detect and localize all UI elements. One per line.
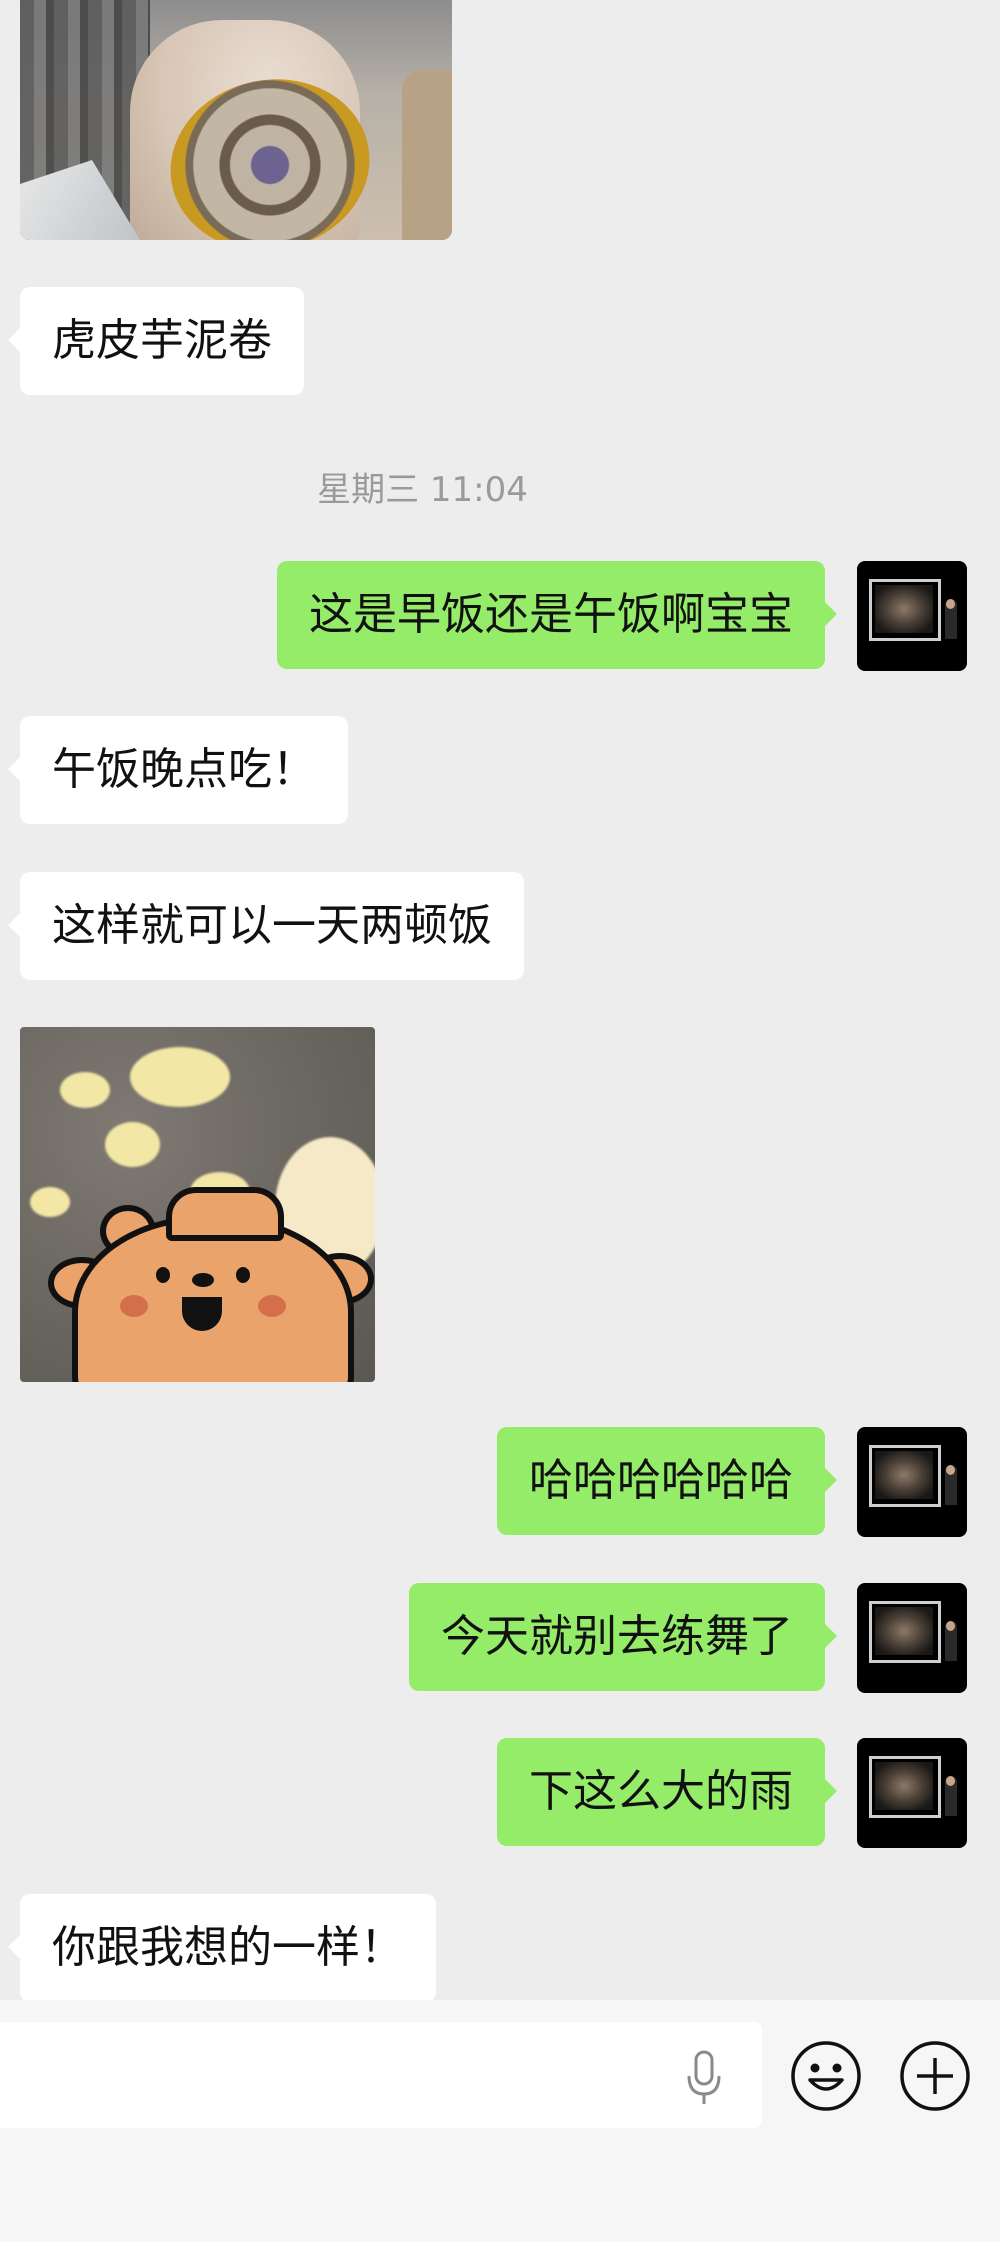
outgoing-message-bubble[interactable]: 哈哈哈哈哈哈 <box>497 1427 837 1535</box>
keyboard-area <box>0 2130 1000 2242</box>
outgoing-message-bubble[interactable]: 这是早饭还是午饭啊宝宝 <box>277 561 837 669</box>
sticker-light-spot <box>30 1187 70 1217</box>
my-avatar[interactable] <box>857 1583 967 1693</box>
smiley-icon[interactable] <box>790 2040 862 2112</box>
chat-message-list[interactable]: 虎皮芋泥卷 星期三 11:04 这是早饭还是午饭啊宝宝 午饭晚点吃！ 这样就可以… <box>0 0 1000 2002</box>
incoming-message-bubble[interactable]: 午饭晚点吃！ <box>8 716 348 824</box>
photo-sofa <box>402 70 452 240</box>
received-sticker[interactable] <box>20 1027 375 1382</box>
incoming-message-bubble[interactable]: 这样就可以一天两顿饭 <box>8 872 524 980</box>
sticker-light-spot <box>130 1047 230 1107</box>
message-input[interactable] <box>0 2022 762 2128</box>
my-avatar[interactable] <box>857 561 967 671</box>
microphone-icon[interactable] <box>684 2050 724 2106</box>
sticker-light-spot <box>60 1072 110 1108</box>
sticker-light-spot <box>105 1122 160 1167</box>
my-avatar[interactable] <box>857 1427 967 1537</box>
bear-cheek <box>120 1295 148 1317</box>
my-avatar[interactable] <box>857 1738 967 1848</box>
bear-hat <box>166 1187 284 1241</box>
message-timestamp: 星期三 11:04 <box>317 470 528 510</box>
bear-cheek <box>258 1295 286 1317</box>
received-photo[interactable] <box>20 0 452 240</box>
outgoing-message-bubble[interactable]: 下这么大的雨 <box>497 1738 837 1846</box>
bear-eye <box>236 1267 250 1283</box>
incoming-message-bubble[interactable]: 你跟我想的一样！ <box>8 1894 436 2002</box>
plus-circle-icon[interactable] <box>899 2040 971 2112</box>
outgoing-message-bubble[interactable]: 今天就别去练舞了 <box>409 1583 837 1691</box>
bear-nose <box>192 1273 214 1287</box>
chat-input-bar <box>0 2000 1000 2130</box>
bear-eye <box>156 1267 170 1283</box>
incoming-message-bubble[interactable]: 虎皮芋泥卷 <box>8 287 304 395</box>
